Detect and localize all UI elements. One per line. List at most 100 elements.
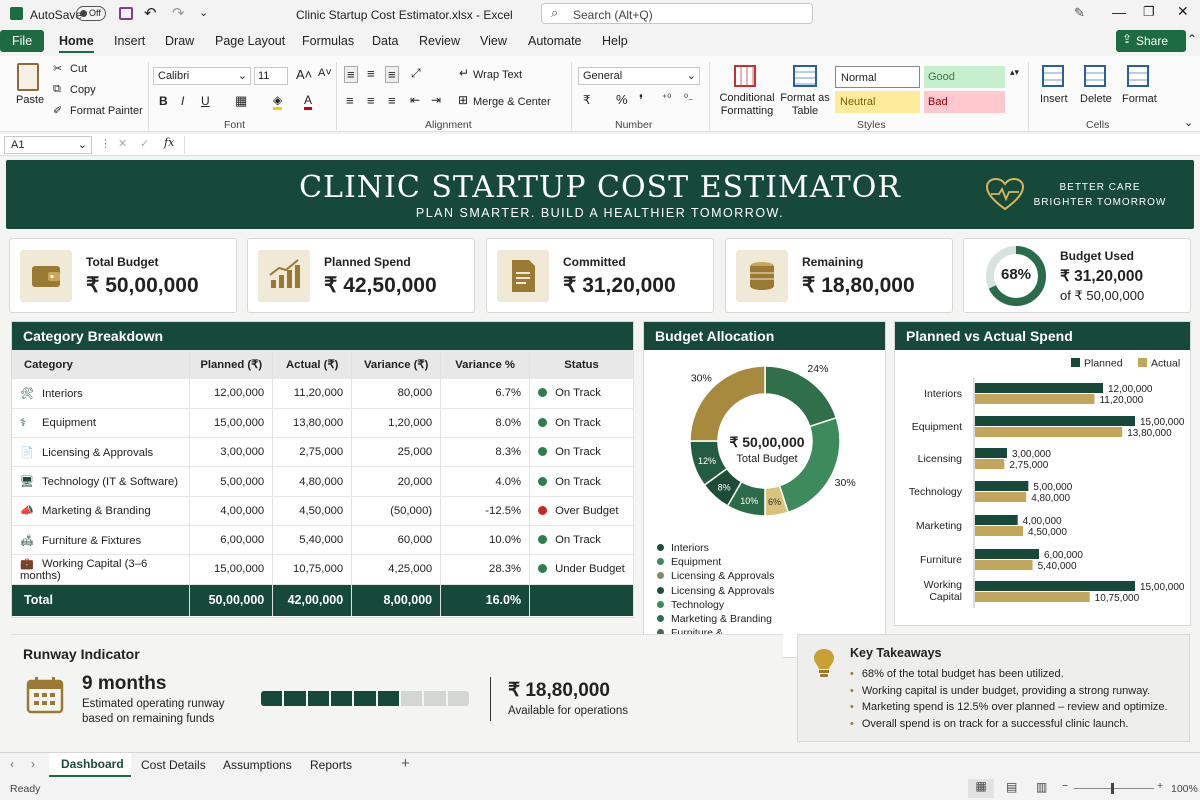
actual-bar[interactable]: [975, 459, 1005, 469]
tab-page-layout[interactable]: Page Layout: [215, 34, 285, 48]
fill-color-icon[interactable]: ◈: [273, 93, 283, 110]
font-name-select[interactable]: Calibri ⌄: [153, 67, 251, 85]
close-icon[interactable]: ✕: [1177, 3, 1189, 20]
style-neutral[interactable]: Neutral: [835, 91, 920, 113]
tab-insert[interactable]: Insert: [114, 34, 145, 48]
tab-data[interactable]: Data: [372, 34, 398, 48]
variance-cell[interactable]: 1,20,000: [351, 408, 442, 439]
increase-decimal-icon[interactable]: ⁺⁰: [662, 93, 671, 104]
save-icon[interactable]: [119, 7, 133, 20]
actual-cell[interactable]: 11,20,000: [272, 379, 353, 409]
redo-icon[interactable]: ↷: [172, 4, 185, 22]
tab-view[interactable]: View: [480, 34, 507, 48]
pen-icon[interactable]: ✎: [1074, 5, 1085, 21]
sheet-tab-assumptions[interactable]: Assumptions: [223, 758, 292, 772]
align-middle-icon[interactable]: ≡: [367, 66, 375, 81]
tab-file[interactable]: File: [0, 30, 44, 52]
decrease-decimal-icon[interactable]: ⁰₋: [684, 93, 693, 104]
font-size-select[interactable]: 11: [254, 67, 288, 85]
undo-icon[interactable]: ↶: [144, 4, 157, 22]
increase-font-icon[interactable]: A˄: [296, 67, 312, 82]
align-top-icon[interactable]: ≡: [344, 66, 358, 83]
enter-icon[interactable]: ✓: [140, 137, 149, 150]
planned-bar[interactable]: [975, 416, 1135, 426]
status-cell[interactable]: Over Budget: [529, 496, 634, 526]
format-painter-icon[interactable]: ✐: [53, 104, 62, 117]
page-break-view-icon[interactable]: ▥: [1036, 780, 1047, 794]
bold-icon[interactable]: B: [159, 94, 168, 108]
status-cell[interactable]: On Track: [529, 525, 634, 556]
planned-cell[interactable]: 4,00,000: [189, 496, 274, 526]
category-cell[interactable]: 📣 Marketing & Branding: [12, 496, 191, 526]
variance-pct-cell[interactable]: 28.3%: [440, 554, 531, 585]
increase-indent-icon[interactable]: ⇥: [431, 93, 441, 107]
cut-button[interactable]: Cut: [70, 63, 87, 75]
sheet-tab-cost-details[interactable]: Cost Details: [141, 758, 206, 772]
currency-icon[interactable]: ₹: [583, 93, 591, 107]
merge-icon[interactable]: ⊞: [458, 93, 468, 107]
actual-cell[interactable]: 4,50,000: [272, 496, 353, 526]
status-cell[interactable]: On Track: [529, 408, 634, 439]
restore-icon[interactable]: ❐: [1143, 4, 1155, 20]
planned-bar[interactable]: [975, 515, 1018, 525]
actual-bar[interactable]: [975, 427, 1123, 437]
format-as-table-button[interactable]: Format as Table: [780, 92, 830, 118]
decrease-indent-icon[interactable]: ⇤: [410, 93, 420, 107]
align-right-icon[interactable]: ≡: [388, 93, 396, 108]
name-box[interactable]: A1 ⌄: [4, 136, 92, 154]
variance-cell[interactable]: 20,000: [351, 466, 442, 497]
decrease-font-icon[interactable]: A˅: [318, 67, 332, 79]
format-as-table-icon[interactable]: [793, 65, 817, 87]
category-cell[interactable]: 💼 Working Capital (3–6 months): [12, 554, 191, 585]
total-label[interactable]: Total: [12, 584, 191, 617]
conditional-formatting-button[interactable]: Conditional Formatting: [718, 92, 776, 118]
align-center-icon[interactable]: ≡: [367, 93, 375, 108]
planned-bar[interactable]: [975, 448, 1007, 458]
formula-input[interactable]: [184, 136, 1194, 154]
variance-pct-cell[interactable]: 6.7%: [440, 379, 531, 409]
autosave-toggle[interactable]: Off: [76, 6, 106, 21]
insert-cells-button[interactable]: Insert: [1040, 93, 1068, 105]
actual-bar[interactable]: [975, 526, 1023, 536]
actual-cell[interactable]: 10,75,000: [272, 554, 353, 585]
minimize-icon[interactable]: —: [1112, 4, 1126, 20]
search-box[interactable]: ⌕ Search (Alt+Q): [541, 3, 813, 24]
column-header[interactable]: Planned (₹): [189, 350, 274, 379]
borders-icon[interactable]: ▦: [235, 93, 247, 109]
tab-home[interactable]: Home: [59, 34, 94, 53]
variance-cell[interactable]: 4,25,000: [351, 554, 442, 585]
column-header[interactable]: Actual (₹): [272, 350, 353, 379]
variance-pct-cell[interactable]: -12.5%: [440, 496, 531, 526]
variance-pct-cell[interactable]: 8.3%: [440, 437, 531, 468]
planned-cell[interactable]: 12,00,000: [189, 379, 274, 409]
actual-bar[interactable]: [975, 592, 1090, 602]
tab-help[interactable]: Help: [602, 34, 628, 48]
column-header[interactable]: Variance (₹): [351, 350, 442, 379]
total-status[interactable]: [529, 584, 634, 617]
format-cells-icon[interactable]: [1127, 65, 1149, 87]
actual-cell[interactable]: 2,75,000: [272, 437, 353, 468]
variance-cell[interactable]: 25,000: [351, 437, 442, 468]
actual-cell[interactable]: 4,80,000: [272, 466, 353, 497]
status-cell[interactable]: On Track: [529, 379, 634, 409]
tab-automate[interactable]: Automate: [528, 34, 582, 48]
tab-formulas[interactable]: Formulas: [302, 34, 354, 48]
status-cell[interactable]: Under Budget: [529, 554, 634, 585]
planned-cell[interactable]: 15,00,000: [189, 408, 274, 439]
wrap-text-button[interactable]: Wrap Text: [473, 69, 522, 81]
category-cell[interactable]: 🖥 Technology (IT & Software): [12, 466, 191, 497]
wrap-text-icon[interactable]: ↵: [459, 66, 469, 80]
number-format-select[interactable]: General ⌄: [578, 67, 700, 85]
tab-draw[interactable]: Draw: [165, 34, 194, 48]
normal-view-icon[interactable]: ▦: [968, 779, 994, 798]
align-left-icon[interactable]: ≡: [346, 93, 354, 108]
status-cell[interactable]: On Track: [529, 466, 634, 497]
align-bottom-icon[interactable]: ≡: [385, 66, 399, 83]
ribbon-collapse-icon[interactable]: ⌃: [1187, 32, 1197, 46]
zoom-out-icon[interactable]: −: [1062, 780, 1068, 792]
format-painter-button[interactable]: Format Painter: [70, 105, 143, 117]
actual-bar[interactable]: [975, 492, 1027, 502]
orientation-icon[interactable]: ⤢: [411, 66, 421, 81]
zoom-in-icon[interactable]: +: [1157, 780, 1163, 792]
planned-cell[interactable]: 5,00,000: [189, 466, 274, 497]
